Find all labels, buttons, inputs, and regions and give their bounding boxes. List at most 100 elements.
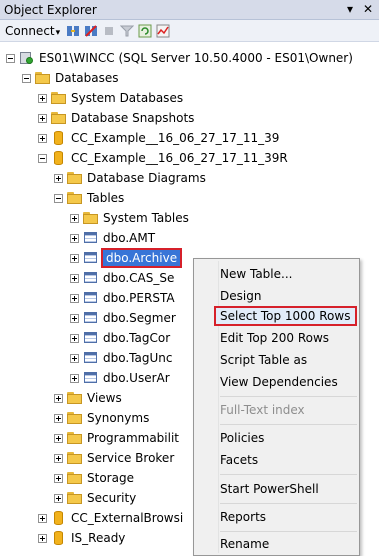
expand-icon[interactable] bbox=[38, 113, 47, 123]
table-context-menu: New Table... Design Select Top 1000 Rows… bbox=[193, 258, 360, 556]
tree-node-db2[interactable]: CC_Example__16_06_27_17_11_39R bbox=[38, 148, 288, 168]
tree-node-databases[interactable]: Databases bbox=[22, 68, 119, 88]
stop-icon[interactable] bbox=[102, 24, 116, 38]
tree-node-table-tagunc[interactable]: dbo.TagUnc bbox=[70, 348, 172, 368]
collapse-icon[interactable] bbox=[22, 73, 31, 83]
tree-node-service-broker[interactable]: Service Broker bbox=[54, 448, 174, 468]
collapse-icon[interactable] bbox=[54, 193, 63, 203]
tree-node-synonyms[interactable]: Synonyms bbox=[54, 408, 149, 428]
expand-icon[interactable] bbox=[70, 253, 79, 263]
expand-icon[interactable] bbox=[70, 333, 79, 343]
tree-node-db3[interactable]: CC_ExternalBrowsi bbox=[38, 508, 183, 528]
table-label: dbo.AMT bbox=[103, 231, 156, 245]
menu-separator bbox=[220, 503, 357, 504]
expand-icon[interactable] bbox=[38, 533, 47, 543]
table-icon bbox=[83, 351, 99, 365]
folder-icon bbox=[67, 391, 83, 405]
table-label: dbo.TagUnc bbox=[103, 351, 173, 365]
synonyms-label: Synonyms bbox=[87, 411, 150, 425]
tree-node-table-cas[interactable]: dbo.CAS_Se bbox=[70, 268, 174, 288]
programmability-label: Programmabilit bbox=[87, 431, 179, 445]
expand-icon[interactable] bbox=[70, 213, 79, 223]
server-label: ES01\WINCC (SQL Server 10.50.4000 - ES01… bbox=[39, 51, 353, 65]
tree-node-server[interactable]: ES01\WINCC (SQL Server 10.50.4000 - ES01… bbox=[6, 48, 353, 68]
filter-icon[interactable] bbox=[119, 24, 135, 38]
expand-icon[interactable] bbox=[54, 173, 63, 183]
tree-node-table-amt[interactable]: dbo.AMT bbox=[70, 228, 155, 248]
expand-icon[interactable] bbox=[54, 413, 63, 423]
menu-item-edit-top-200[interactable]: Edit Top 200 Rows bbox=[220, 328, 329, 348]
expand-icon[interactable] bbox=[54, 473, 63, 483]
database-diagrams-label: Database Diagrams bbox=[87, 171, 206, 185]
db4-label: IS_Ready bbox=[71, 531, 126, 545]
tree-node-system-databases[interactable]: System Databases bbox=[38, 88, 183, 108]
folder-icon bbox=[67, 471, 83, 485]
table-icon bbox=[83, 251, 99, 265]
tree-node-db1[interactable]: CC_Example__16_06_27_17_11_39 bbox=[38, 128, 279, 148]
connect-button[interactable]: Connect▾ bbox=[3, 24, 62, 38]
menu-item-policies[interactable]: Policies bbox=[220, 428, 264, 448]
expand-icon[interactable] bbox=[38, 133, 47, 143]
collapse-icon[interactable] bbox=[6, 53, 15, 63]
refresh-icon[interactable] bbox=[138, 24, 152, 38]
tree-node-db4[interactable]: IS_Ready bbox=[38, 528, 125, 548]
folder-icon bbox=[67, 411, 83, 425]
tree-node-table-segmen[interactable]: dbo.Segmer bbox=[70, 308, 176, 328]
tree-node-views[interactable]: Views bbox=[54, 388, 122, 408]
menu-item-reports[interactable]: Reports bbox=[220, 507, 266, 527]
tree-node-security[interactable]: Security bbox=[54, 488, 136, 508]
menu-item-rename[interactable]: Rename bbox=[220, 534, 269, 554]
tree-node-tables[interactable]: Tables bbox=[54, 188, 124, 208]
menu-gutter bbox=[218, 261, 219, 553]
tree-node-table-archive[interactable]: dbo.Archive bbox=[70, 248, 183, 268]
expand-icon[interactable] bbox=[70, 273, 79, 283]
table-icon bbox=[83, 231, 99, 245]
menu-separator bbox=[220, 424, 357, 425]
tree-node-database-diagrams[interactable]: Database Diagrams bbox=[54, 168, 206, 188]
menu-item-view-dependencies[interactable]: View Dependencies bbox=[220, 372, 338, 392]
table-label: dbo.PERSTA bbox=[103, 291, 175, 305]
expand-icon[interactable] bbox=[70, 373, 79, 383]
collapse-icon[interactable] bbox=[38, 153, 47, 163]
table-icon bbox=[83, 271, 99, 285]
tree-node-storage[interactable]: Storage bbox=[54, 468, 134, 488]
db1-label: CC_Example__16_06_27_17_11_39 bbox=[71, 131, 280, 145]
tree-node-system-tables[interactable]: System Tables bbox=[70, 208, 189, 228]
db2-label: CC_Example__16_06_27_17_11_39R bbox=[71, 151, 288, 165]
expand-icon[interactable] bbox=[54, 453, 63, 463]
folder-icon bbox=[83, 211, 99, 225]
connect-label: Connect bbox=[5, 23, 55, 38]
table-icon bbox=[83, 291, 99, 305]
menu-item-new-table[interactable]: New Table... bbox=[220, 264, 292, 284]
menu-item-full-text-index[interactable]: Full-Text index bbox=[220, 400, 305, 420]
table-label: dbo.UserAr bbox=[103, 371, 170, 385]
tree-node-table-persta[interactable]: dbo.PERSTA bbox=[70, 288, 175, 308]
expand-icon[interactable] bbox=[70, 233, 79, 243]
menu-item-start-powershell[interactable]: Start PowerShell bbox=[220, 479, 319, 499]
folder-icon bbox=[51, 91, 67, 105]
tree-node-table-userar[interactable]: dbo.UserAr bbox=[70, 368, 170, 388]
expand-icon[interactable] bbox=[70, 313, 79, 323]
tree-node-table-tagcon[interactable]: dbo.TagCor bbox=[70, 328, 170, 348]
connect-server-icon[interactable] bbox=[66, 24, 80, 38]
expand-icon[interactable] bbox=[70, 293, 79, 303]
tree-node-database-snapshots[interactable]: Database Snapshots bbox=[38, 108, 194, 128]
expand-icon[interactable] bbox=[38, 513, 47, 523]
tree-node-programmability[interactable]: Programmabilit bbox=[54, 428, 179, 448]
expand-icon[interactable] bbox=[70, 353, 79, 363]
expand-icon[interactable] bbox=[54, 433, 63, 443]
folder-icon bbox=[67, 431, 83, 445]
table-icon bbox=[83, 371, 99, 385]
system-databases-label: System Databases bbox=[71, 91, 184, 105]
menu-item-select-top-1000[interactable]: Select Top 1000 Rows bbox=[220, 306, 350, 326]
activity-monitor-icon[interactable] bbox=[156, 24, 170, 38]
expand-icon[interactable] bbox=[54, 393, 63, 403]
menu-item-facets[interactable]: Facets bbox=[220, 450, 258, 470]
disconnect-icon[interactable] bbox=[84, 24, 98, 38]
menu-item-script-table-as[interactable]: Script Table as bbox=[220, 350, 307, 370]
expand-icon[interactable] bbox=[38, 93, 47, 103]
table-label: dbo.TagCor bbox=[103, 331, 171, 345]
folder-icon bbox=[67, 171, 83, 185]
expand-icon[interactable] bbox=[54, 493, 63, 503]
menu-item-design[interactable]: Design bbox=[220, 286, 261, 306]
